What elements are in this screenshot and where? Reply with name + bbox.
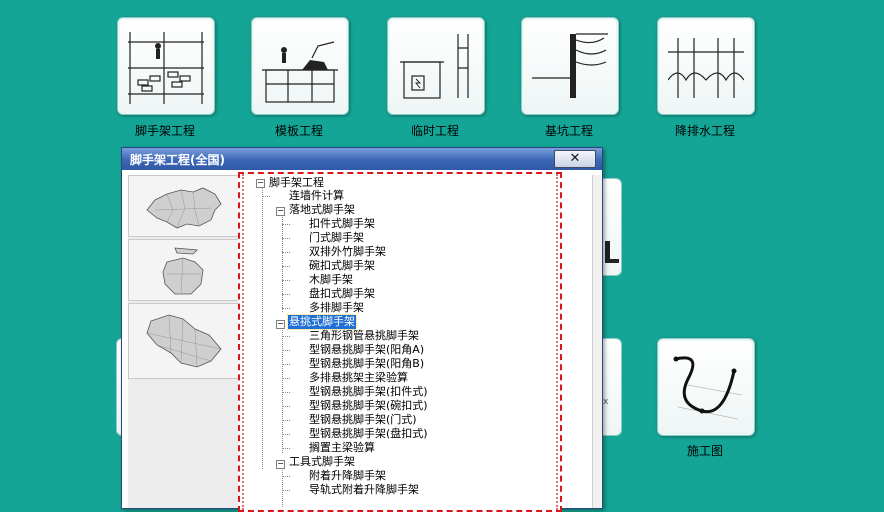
formwork-icon — [262, 41, 338, 103]
map-thumb-shanghai[interactable] — [128, 239, 240, 301]
construction-drawing-icon — [673, 356, 743, 420]
tree-item[interactable]: 型钢悬挑脚手架(碗扣式) — [308, 399, 429, 413]
tree-item[interactable]: 连墙件计算 — [288, 189, 345, 203]
tree-branch — [282, 448, 290, 449]
tile-scaffold[interactable] — [117, 17, 215, 115]
tree-item[interactable]: 落地式脚手架 — [288, 203, 356, 217]
map-selector-pane — [128, 175, 241, 508]
tree-item[interactable]: 多排脚手架 — [308, 301, 365, 315]
tree-line — [282, 214, 283, 312]
tree-line — [282, 467, 283, 507]
tree-branch — [282, 476, 290, 477]
tree-branch — [282, 336, 290, 337]
tree-item-selected[interactable]: 悬挑式脚手架 — [287, 314, 357, 330]
map-thumb-china[interactable] — [128, 175, 240, 237]
shanghai-map-icon — [162, 247, 204, 295]
tree-branch — [282, 434, 290, 435]
dialog-titlebar[interactable]: 脚手架工程(全国) ✕ — [122, 148, 602, 170]
tile-construction-drawing[interactable] — [657, 338, 755, 436]
dialog-title: 脚手架工程(全国) — [130, 153, 225, 167]
tree-item[interactable]: 工具式脚手架 — [288, 455, 356, 469]
tile-dewatering[interactable] — [657, 17, 755, 115]
tree-item[interactable]: 三角形钢管悬挑脚手架 — [308, 329, 420, 343]
tile-formwork[interactable] — [251, 17, 349, 115]
tree-branch — [282, 266, 290, 267]
tree-item[interactable]: 搁置主梁验算 — [308, 441, 376, 455]
tree-branch — [282, 280, 290, 281]
tree-branch — [282, 406, 290, 407]
tree-branch — [282, 392, 290, 393]
dewatering-icon — [668, 38, 744, 98]
tree-collapse-toggle[interactable]: − — [276, 207, 285, 216]
tree-branch — [282, 308, 290, 309]
close-icon: ✕ — [569, 151, 581, 166]
tile-label-formwork: 模板工程 — [274, 124, 323, 138]
tree-item[interactable]: 型钢悬挑脚手架(阳角A) — [308, 343, 425, 357]
tile-label-foundation-pit: 基坑工程 — [544, 124, 593, 138]
jiangsu-map-icon — [146, 314, 222, 368]
tree-item[interactable]: 附着升降脚手架 — [308, 469, 387, 483]
tree-item[interactable]: 多排悬挑架主梁验算 — [308, 371, 409, 385]
tree-branch — [282, 364, 290, 365]
tree-item[interactable]: 型钢悬挑脚手架(盘扣式) — [308, 427, 429, 441]
temporary-works-icon — [400, 34, 469, 99]
tree-collapse-toggle[interactable]: − — [276, 320, 285, 329]
scaffold-icon — [128, 32, 204, 104]
dialog-scrollbar[interactable] — [592, 175, 602, 508]
tree-branch — [282, 252, 290, 253]
tile-label-dewatering: 降排水工程 — [674, 124, 735, 138]
tree-item[interactable]: 双排外竹脚手架 — [308, 245, 387, 259]
tile-label-construction-drawing: 施工图 — [686, 444, 723, 458]
close-button[interactable]: ✕ — [554, 150, 596, 168]
tree-item[interactable]: 扣件式脚手架 — [308, 217, 376, 231]
tile-foundation-pit[interactable] — [521, 17, 619, 115]
tree-line — [262, 186, 263, 469]
tree-branch — [262, 196, 270, 197]
tree-branch — [282, 238, 290, 239]
tree-root[interactable]: 脚手架工程 — [268, 176, 325, 190]
tree-branch — [282, 350, 290, 351]
scaffold-dialog: 脚手架工程(全国) ✕ − 脚手架工程 连墙件计算 − 落地式脚手架 扣件式脚手… — [121, 147, 603, 512]
tree-collapse-toggle[interactable]: − — [256, 179, 265, 188]
tree-branch — [282, 224, 290, 225]
tile-label-temporary: 临时工程 — [410, 124, 459, 138]
tree-item[interactable]: 门式脚手架 — [308, 231, 365, 245]
tile-label-scaffold: 脚手架工程 — [134, 124, 195, 138]
china-map-icon — [146, 187, 222, 229]
tree-collapse-toggle[interactable]: − — [276, 460, 285, 469]
foundation-pit-icon — [532, 33, 608, 98]
tree-branch — [282, 294, 290, 295]
map-thumb-jiangsu[interactable] — [128, 303, 240, 379]
tree-branch — [282, 420, 290, 421]
tree-item[interactable]: 盘扣式脚手架 — [308, 287, 376, 301]
tile-temporary[interactable] — [387, 17, 485, 115]
tree-item[interactable]: 导轨式附着升降脚手架 — [308, 483, 420, 497]
tree-item[interactable]: 碗扣式脚手架 — [308, 259, 376, 273]
tree-item[interactable]: 型钢悬挑脚手架(阳角B) — [308, 357, 425, 371]
project-tree: − 脚手架工程 连墙件计算 − 落地式脚手架 扣件式脚手架 门式脚手架 双排外竹… — [238, 172, 562, 512]
tree-item[interactable]: 木脚手架 — [308, 273, 354, 287]
tree-item[interactable]: 型钢悬挑脚手架(扣件式) — [308, 385, 429, 399]
tree-branch — [282, 490, 290, 491]
tree-branch — [282, 378, 290, 379]
tree-item[interactable]: 型钢悬挑脚手架(门式) — [308, 413, 418, 427]
